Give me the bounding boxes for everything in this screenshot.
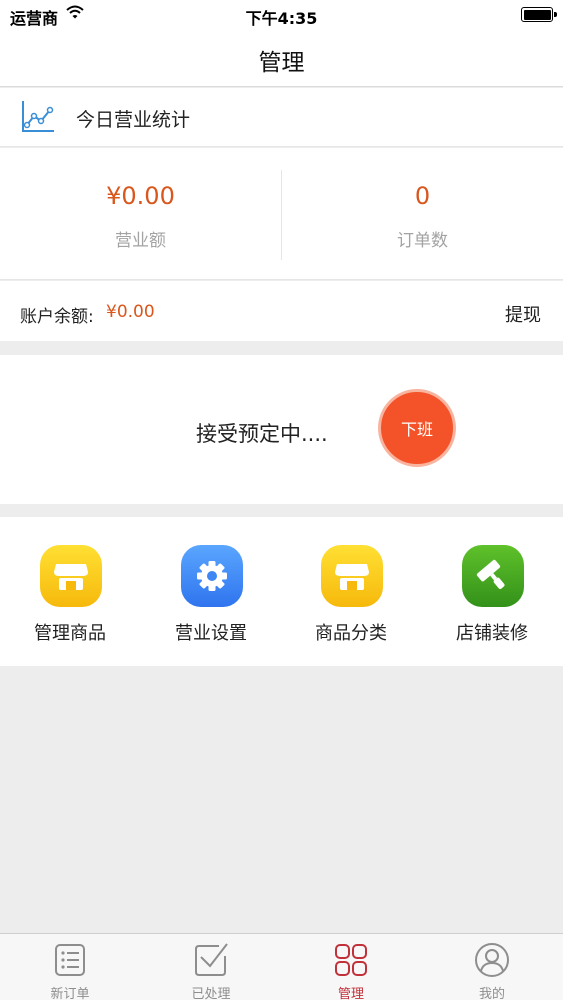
line-chart-icon (20, 98, 56, 134)
stats-header: 今日营业统计 (0, 88, 563, 147)
stats-header-label: 今日营业统计 (76, 109, 191, 131)
tab-processed-label: 已处理 (191, 987, 231, 1000)
function-grid: 管理商品 营业设置 商品分类 店铺装修 (0, 517, 563, 666)
tab-processed[interactable]: 已处理 (141, 934, 281, 1000)
tab-mine[interactable]: 我的 (422, 934, 562, 1000)
paint-roller-icon (462, 545, 524, 607)
grid-icon (333, 942, 369, 978)
balance-row: 账户余额: ¥0.00 提现 (0, 281, 563, 341)
status-bar: 运营商 下午4:35 (0, 0, 563, 30)
battery-icon (521, 7, 557, 22)
tab-mine-label: 我的 (478, 987, 505, 1000)
shop-decoration-button[interactable]: 店铺装修 (422, 545, 562, 645)
tab-manage-label: 管理 (337, 987, 364, 1000)
user-icon (474, 942, 510, 978)
tab-manage[interactable]: 管理 (281, 934, 421, 1000)
store-icon (321, 545, 383, 607)
tab-bar: 新订单 已处理 管理 我的 (0, 933, 563, 1000)
orders-stat[interactable]: 0 订单数 (282, 148, 563, 280)
product-categories-label: 商品分类 (315, 623, 387, 644)
orders-label: 订单数 (397, 231, 448, 251)
off-duty-button[interactable]: 下班 (378, 389, 456, 467)
booking-status-text: 接受预定中.... (196, 422, 328, 446)
tab-new-orders-label: 新订单 (50, 987, 90, 1000)
shop-decoration-label: 店铺装修 (456, 623, 528, 644)
stats-row: ¥0.00 营业额 0 订单数 (0, 148, 563, 280)
revenue-value: ¥0.00 (106, 182, 175, 210)
balance-label: 账户余额: (20, 307, 94, 327)
revenue-stat[interactable]: ¥0.00 营业额 (0, 148, 281, 280)
status-time: 下午4:35 (245, 9, 318, 28)
product-categories-button[interactable]: 商品分类 (281, 545, 421, 645)
shift-panel: 接受预定中.... 下班 (0, 355, 563, 504)
gear-icon (181, 545, 243, 607)
withdraw-button[interactable]: 提现 (505, 301, 541, 327)
nav-bar: 管理 (0, 30, 563, 87)
business-settings-label: 营业设置 (175, 623, 247, 644)
manage-products-button[interactable]: 管理商品 (0, 545, 140, 645)
list-icon (52, 942, 88, 978)
store-icon (40, 545, 102, 607)
orders-value: 0 (414, 182, 431, 210)
tab-new-orders[interactable]: 新订单 (0, 934, 140, 1000)
balance-value: ¥0.00 (106, 302, 155, 322)
revenue-label: 营业额 (115, 231, 166, 251)
business-settings-button[interactable]: 营业设置 (141, 545, 281, 645)
checked-box-icon (193, 942, 229, 978)
manage-products-label: 管理商品 (34, 623, 106, 644)
page-title: 管理 (258, 50, 305, 76)
